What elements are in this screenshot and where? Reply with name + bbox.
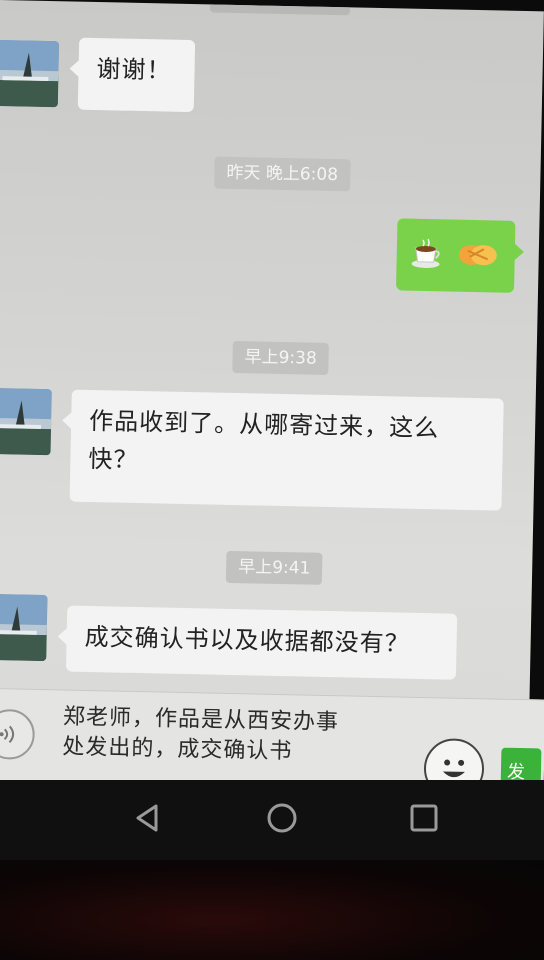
avatar[interactable]: [0, 39, 60, 108]
coffee-icon: [410, 236, 445, 271]
home-circle-icon: [262, 798, 302, 838]
handshake-icon: [457, 237, 498, 272]
input-line: 处发出的，成交确认书: [62, 734, 293, 765]
home-button[interactable]: [262, 798, 302, 838]
avatar[interactable]: [0, 387, 52, 456]
timestamp: 早上9:41: [225, 550, 323, 585]
voice-icon: [0, 721, 25, 748]
recent-square-icon: [404, 798, 444, 838]
message-text: 成交确认书以及收据都没有？: [84, 622, 410, 658]
recent-apps-button[interactable]: [404, 798, 444, 838]
message-bubble[interactable]: 作品收到了。从哪寄过来，这么快？: [69, 389, 504, 511]
top-timestamp-fragment: [209, 4, 350, 16]
timestamp: 昨天 晚上6:08: [214, 156, 351, 192]
screen: 谢谢！ 昨天 晚上6:08 早上9:38 作品收到了。从哪寄过来，这么快？ 早上…: [0, 0, 544, 960]
sent-emoji-bubble[interactable]: [396, 218, 516, 293]
back-button[interactable]: [128, 798, 168, 838]
device-bezel: [0, 860, 544, 960]
system-nav-bar: [0, 780, 544, 860]
message-input[interactable]: 郑老师，作品是从西安办事 处发出的，成交确认书: [62, 702, 408, 769]
chat-window: 谢谢！ 昨天 晚上6:08 早上9:38 作品收到了。从哪寄过来，这么快？ 早上…: [0, 0, 544, 802]
voice-button[interactable]: [0, 708, 36, 760]
message-bubble[interactable]: 成交确认书以及收据都没有？: [65, 605, 458, 680]
message-text: 作品收到了。从哪寄过来，这么快？: [88, 406, 440, 474]
avatar[interactable]: [0, 593, 48, 662]
timestamp: 早上9:38: [232, 340, 330, 375]
back-triangle-icon: [128, 798, 168, 838]
message-text: 谢谢！: [96, 55, 172, 85]
message-bubble[interactable]: 谢谢！: [77, 37, 196, 113]
